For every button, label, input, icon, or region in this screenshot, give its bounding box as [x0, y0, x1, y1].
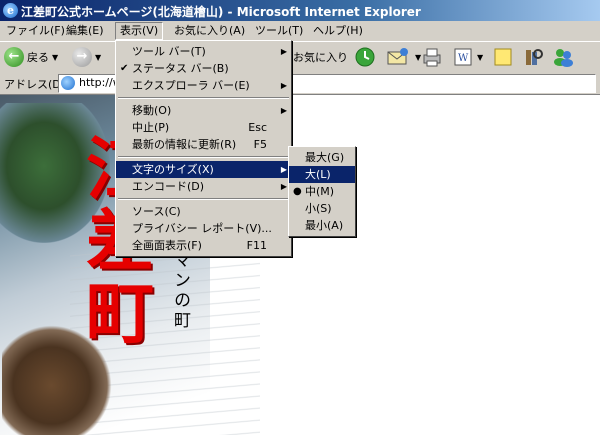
address-bar: アドレス(D) http://w: [0, 72, 600, 95]
messenger-icon: [554, 49, 573, 67]
menu-tools[interactable]: ツール(T): [251, 23, 307, 39]
radio-dot-icon: ●: [293, 186, 302, 197]
menu-item-source[interactable]: ソース(C): [116, 203, 291, 220]
menu-item-label: 小(S): [305, 202, 332, 215]
back-button[interactable]: ← 戻る ▼: [4, 45, 58, 69]
ie-icon: e: [3, 3, 18, 18]
submenu-arrow-icon: ▶: [280, 47, 287, 56]
printer-icon: [423, 48, 441, 67]
svg-text:W: W: [458, 53, 469, 64]
menu-item-label: エクスプローラ バー(E): [132, 79, 250, 92]
menu-file[interactable]: ファイル(F): [2, 23, 69, 39]
submenu-arrow-icon: ▶: [280, 81, 287, 90]
view-menu: ツール バー(T) ▶ ✔ ステータス バー(B) エクスプローラ バー(E) …: [115, 40, 292, 257]
menu-item-label: 移動(O): [132, 104, 172, 117]
menu-separator: [118, 97, 289, 99]
text-size-largest[interactable]: 最大(G): [289, 149, 355, 166]
menu-view[interactable]: 表示(V): [115, 22, 164, 40]
history-button[interactable]: [354, 45, 376, 69]
menu-separator: [118, 198, 289, 200]
menu-item-label: 全画面表示(F): [132, 239, 202, 252]
menu-item-label: ツール バー(T): [132, 45, 206, 58]
toolbar: ← 戻る ▼ → ▼ お気に入り ▼ W ▼: [0, 41, 600, 73]
favorites-button[interactable]: お気に入り: [290, 45, 348, 69]
research-icon: [526, 49, 543, 65]
menu-item-label: 中(M): [305, 185, 335, 198]
menu-shortcut: F11: [246, 239, 267, 252]
menu-item-label: 中止(P): [132, 121, 170, 134]
discuss-button[interactable]: [492, 45, 514, 69]
menu-item-label: プライバシー レポート(V)...: [132, 222, 272, 235]
submenu-arrow-icon: ▶: [280, 182, 287, 191]
back-arrow-icon: ←: [4, 47, 24, 67]
favorites-label: お気に入り: [293, 51, 348, 64]
menu-item-label: 最新の情報に更新(R): [132, 138, 237, 151]
menu-item-label: 文字のサイズ(X): [132, 163, 214, 176]
note-icon: [494, 48, 512, 66]
menu-item-text-size[interactable]: 文字のサイズ(X) ▶: [116, 161, 291, 178]
menu-item-toolbars[interactable]: ツール バー(T) ▶: [116, 43, 291, 60]
menu-item-privacy-report[interactable]: プライバシー レポート(V)...: [116, 220, 291, 237]
edit-dropdown-icon[interactable]: ▼: [477, 53, 483, 62]
menu-shortcut: F5: [253, 138, 267, 151]
check-icon: ✔: [120, 63, 129, 74]
menu-item-label: 最小(A): [305, 219, 344, 232]
menu-item-go-to[interactable]: 移動(O) ▶: [116, 102, 291, 119]
word-edit-icon: W: [454, 48, 472, 66]
menu-bar: ファイル(F) 編集(E) 表示(V) お気に入り(A) ツール(T) ヘルプ(…: [0, 21, 600, 42]
menu-favorites[interactable]: お気に入り(A): [170, 23, 249, 39]
text-size-larger[interactable]: 大(L): [289, 166, 355, 183]
forward-dropdown-icon[interactable]: ▼: [95, 53, 101, 62]
menu-item-label: 最大(G): [305, 151, 345, 164]
history-icon: [355, 47, 375, 67]
menu-separator: [118, 156, 289, 158]
mail-button[interactable]: ▼: [386, 45, 421, 69]
menu-shortcut: Esc: [248, 121, 267, 134]
menu-item-encoding[interactable]: エンコード(D) ▶: [116, 178, 291, 195]
back-label: 戻る: [27, 51, 49, 64]
back-dropdown-icon[interactable]: ▼: [52, 53, 58, 62]
print-button[interactable]: [421, 45, 443, 69]
menu-item-stop[interactable]: 中止(P) Esc: [116, 119, 291, 136]
menu-item-label: 大(L): [305, 168, 331, 181]
text-size-smaller[interactable]: 小(S): [289, 200, 355, 217]
menu-item-label: エンコード(D): [132, 180, 205, 193]
menu-item-explorer-bar[interactable]: エクスプローラ バー(E) ▶: [116, 77, 291, 94]
edit-button[interactable]: W ▼: [452, 45, 483, 69]
menu-item-full-screen[interactable]: 全画面表示(F) F11: [116, 237, 291, 254]
menu-item-refresh[interactable]: 最新の情報に更新(R) F5: [116, 136, 291, 153]
research-button[interactable]: [522, 45, 544, 69]
menu-item-label: ソース(C): [132, 205, 181, 218]
submenu-arrow-icon: ▶: [280, 165, 287, 174]
text-size-submenu: 最大(G) 大(L) ● 中(M) 小(S) 最小(A): [288, 146, 356, 237]
submenu-arrow-icon: ▶: [280, 106, 287, 115]
title-bar: e 江差町公式ホームページ(北海道檜山) - Microsoft Interne…: [0, 0, 600, 21]
forward-button[interactable]: → ▼: [72, 45, 101, 69]
text-size-medium[interactable]: ● 中(M): [289, 183, 355, 200]
menu-edit[interactable]: 編集(E): [62, 23, 108, 39]
mail-icon: [387, 48, 408, 65]
menu-item-status-bar[interactable]: ✔ ステータス バー(B): [116, 60, 291, 77]
forward-arrow-icon: →: [72, 47, 92, 67]
menu-help[interactable]: ヘルプ(H): [309, 23, 367, 39]
text-size-smallest[interactable]: 最小(A): [289, 217, 355, 234]
title-kanji-3: 町: [85, 274, 154, 354]
messenger-button[interactable]: [552, 45, 576, 69]
window-title: 江差町公式ホームページ(北海道檜山) - Microsoft Internet …: [21, 5, 421, 19]
address-label: アドレス(D): [4, 78, 66, 91]
menu-item-label: ステータス バー(B): [132, 62, 229, 75]
page-icon: [61, 76, 75, 90]
